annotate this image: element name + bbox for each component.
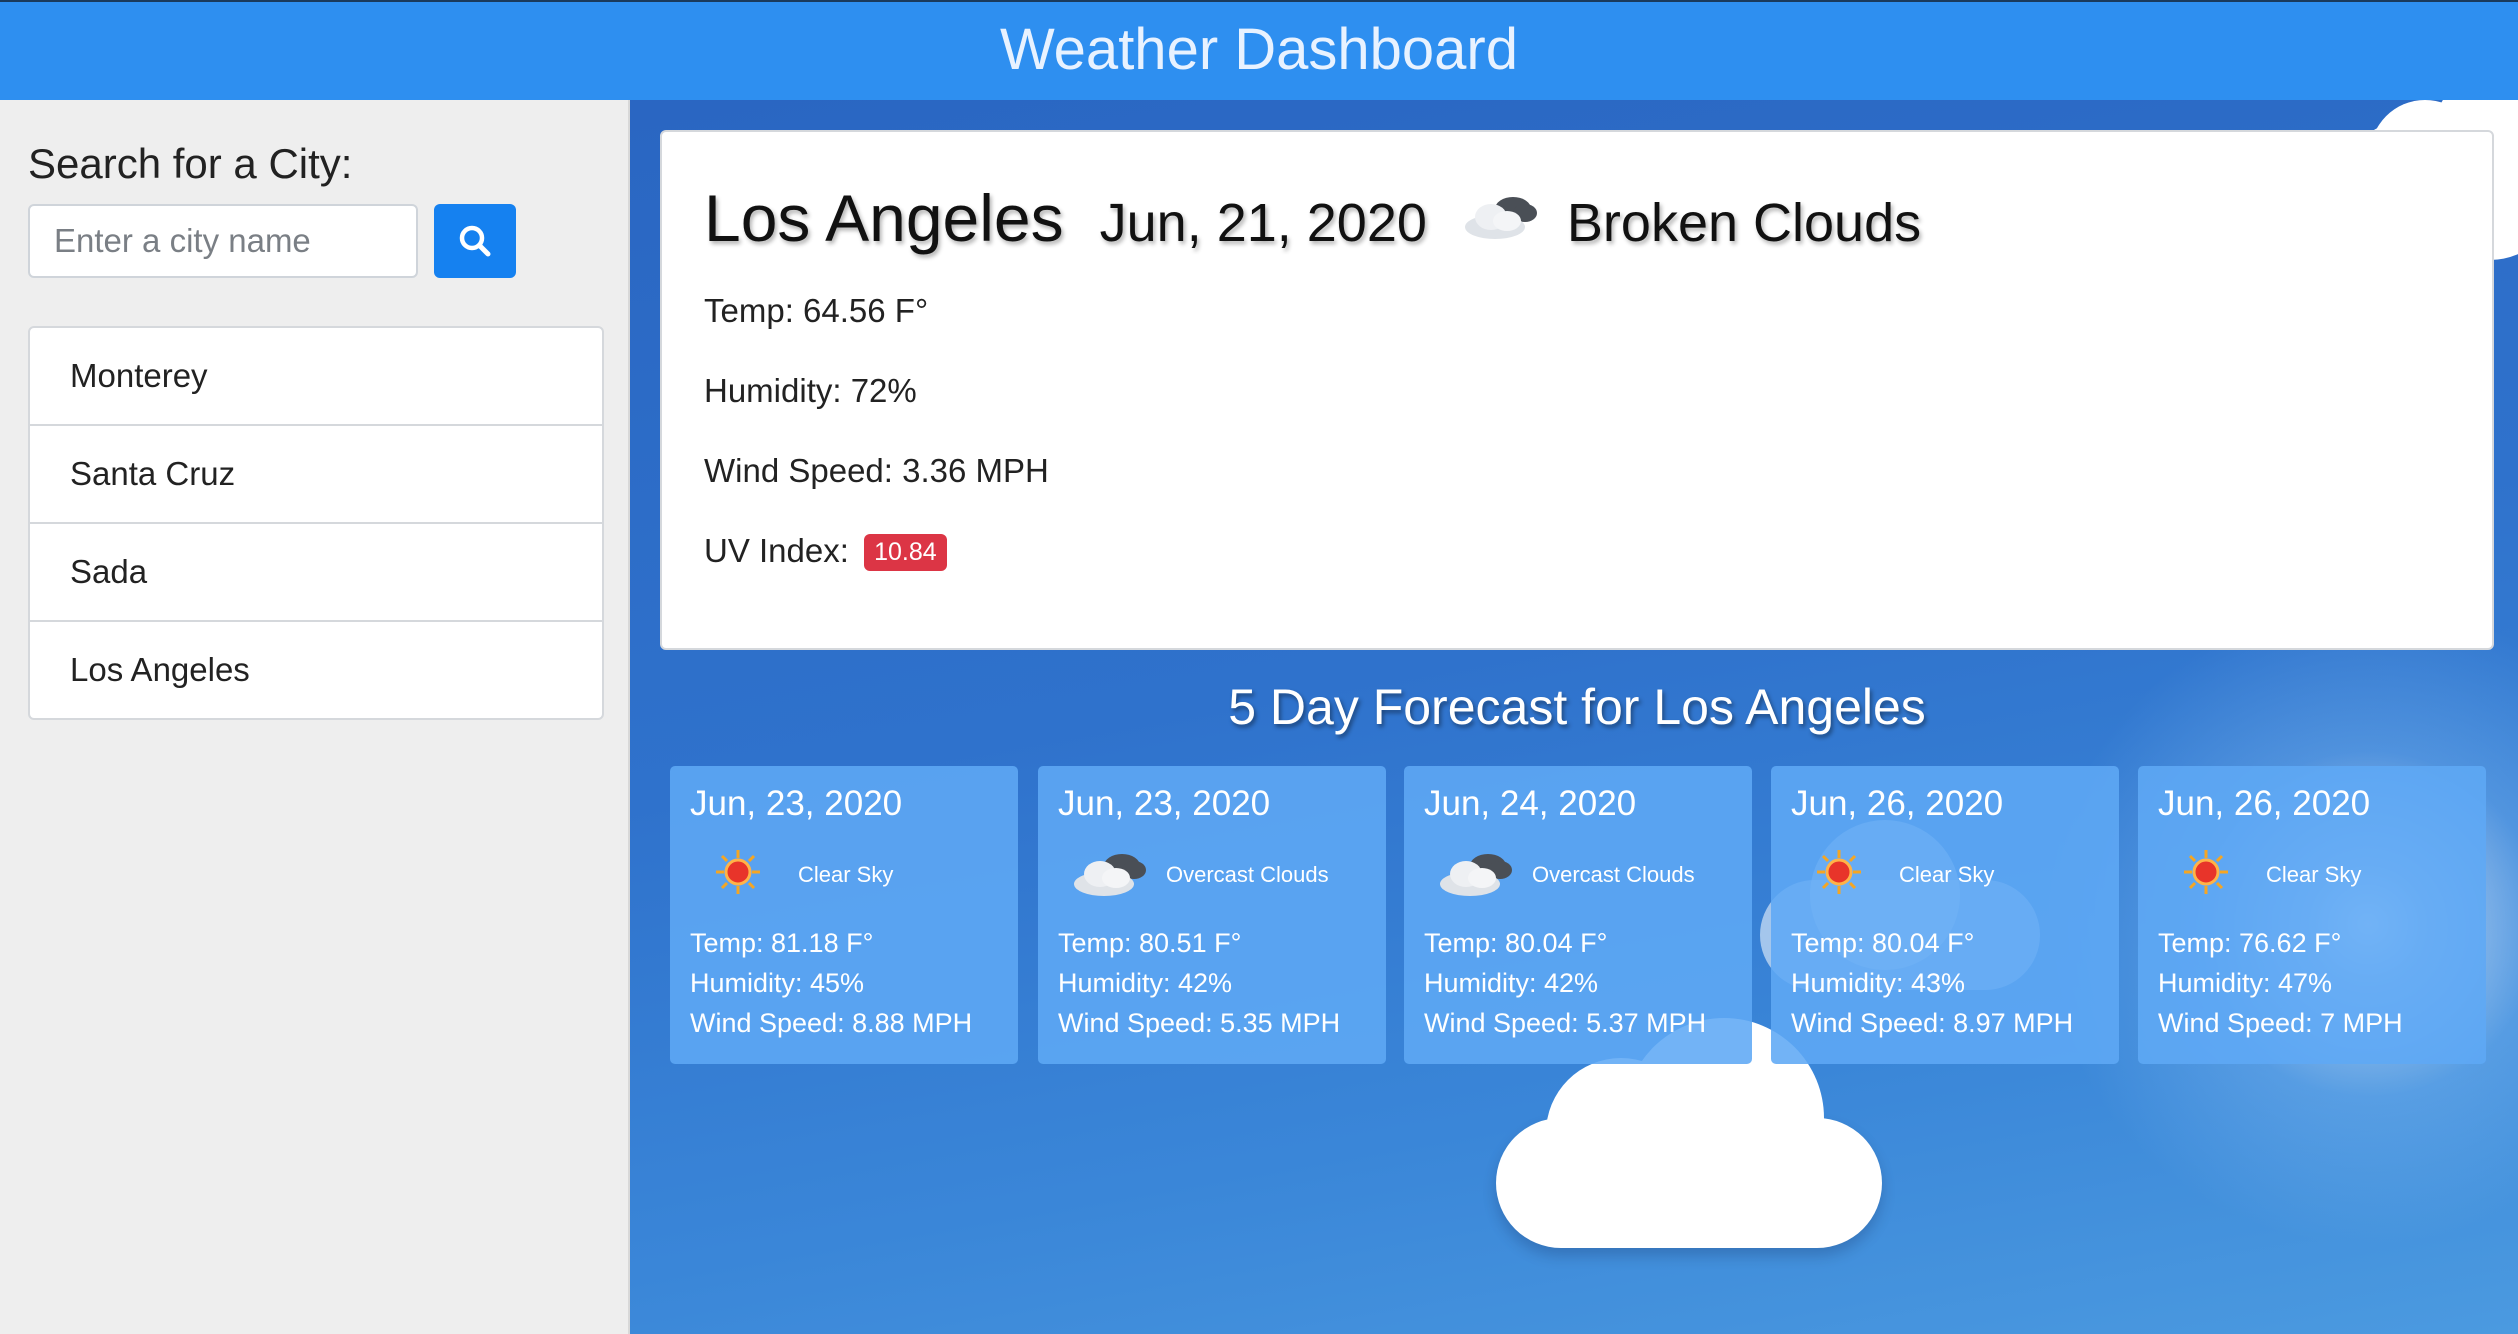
forecast-temp: Temp: 80.04 F° — [1791, 928, 1975, 958]
sun-icon — [1809, 842, 1899, 902]
search-history-list: Monterey Santa Cruz Sada Los Angeles — [28, 326, 604, 720]
forecast-date: Jun, 26, 2020 — [1791, 784, 2004, 823]
current-weather-title-row: Los Angeles Jun, 21, 2020 Broken Clouds — [704, 180, 1921, 256]
page: Weather Dashboard Search for a City: Mon… — [0, 0, 2518, 1334]
forecast-card: Jun, 23, 2020 Clear Sky Temp: 81.18 F° H… — [670, 766, 1018, 1064]
forecast-description: Overcast Clouds — [1166, 862, 1329, 887]
sun-icon — [708, 842, 798, 902]
forecast-wind-speed: Wind Speed: 5.35 MPH — [1058, 1008, 1341, 1038]
sidebar: Search for a City: Monterey Santa Cruz S… — [0, 100, 630, 1334]
forecast-card: Jun, 23, 2020 Overcast Clouds Temp: 80.5… — [1038, 766, 1386, 1064]
forecast-date: Jun, 23, 2020 — [690, 784, 903, 823]
forecast-wind-speed: Wind Speed: 5.37 MPH — [1424, 1008, 1707, 1038]
forecast-humidity: Humidity: 43% — [1791, 968, 1966, 998]
forecast-humidity: Humidity: 47% — [2158, 968, 2333, 998]
uv-index-label: UV Index: — [704, 532, 849, 569]
forecast-date: Jun, 24, 2020 — [1424, 784, 1637, 823]
city-search-input[interactable] — [28, 204, 418, 278]
forecast-humidity: Humidity: 45% — [690, 968, 865, 998]
broken-clouds-icon — [1455, 187, 1545, 247]
forecast-date: Jun, 23, 2020 — [1058, 784, 1271, 823]
sun-icon — [2176, 842, 2266, 902]
forecast-description: Clear Sky — [2266, 862, 2362, 887]
forecast-wind-speed: Wind Speed: 7 MPH — [2158, 1008, 2403, 1038]
forecast-card: Jun, 26, 2020 Clear Sky Temp: 80.04 F° H… — [1771, 766, 2119, 1064]
uv-index-badge: 10.84 — [864, 534, 947, 571]
history-item-santa-cruz[interactable]: Santa Cruz — [30, 426, 602, 524]
current-date: Jun, 21, 2020 — [1099, 193, 1427, 253]
history-item-monterey[interactable]: Monterey — [30, 328, 602, 426]
current-weather-card: Los Angeles Jun, 21, 2020 Broken Clouds … — [660, 130, 2494, 650]
forecast-heading: 5 Day Forecast for Los Angeles — [1228, 679, 1926, 735]
current-humidity: Humidity: 72% — [704, 372, 917, 409]
current-uv-row: UV Index: 10.84 — [704, 532, 947, 571]
forecast-date: Jun, 26, 2020 — [2158, 784, 2371, 823]
forecast-description: Clear Sky — [798, 862, 894, 887]
forecast-card: Jun, 26, 2020 Clear Sky Temp: 76.62 F° H… — [2138, 766, 2486, 1064]
forecast-humidity: Humidity: 42% — [1058, 968, 1233, 998]
app-title: Weather Dashboard — [999, 17, 1518, 82]
forecast-temp: Temp: 81.18 F° — [690, 928, 874, 958]
overcast-clouds-icon — [1430, 842, 1520, 902]
forecast-wind-speed: Wind Speed: 8.88 MPH — [690, 1008, 973, 1038]
current-temp: Temp: 64.56 F° — [704, 292, 929, 329]
history-item-los-angeles[interactable]: Los Angeles — [30, 622, 602, 718]
forecast-card: Jun, 24, 2020 Overcast Clouds Temp: 80.0… — [1404, 766, 1752, 1064]
search-button[interactable] — [434, 204, 516, 278]
forecast-temp: Temp: 80.51 F° — [1058, 928, 1242, 958]
history-item-sada[interactable]: Sada — [30, 524, 602, 622]
current-city-name: Los Angeles — [704, 181, 1064, 255]
current-description: Broken Clouds — [1566, 193, 1922, 253]
forecast-wind-speed: Wind Speed: 8.97 MPH — [1791, 1008, 2074, 1038]
search-label: Search for a City: — [28, 140, 353, 187]
forecast-temp: Temp: 80.04 F° — [1424, 928, 1608, 958]
current-wind-speed: Wind Speed: 3.36 MPH — [704, 452, 1049, 489]
forecast-temp: Temp: 76.62 F° — [2158, 928, 2342, 958]
forecast-description: Overcast Clouds — [1532, 862, 1695, 887]
forecast-humidity: Humidity: 42% — [1424, 968, 1599, 998]
forecast-description: Clear Sky — [1899, 862, 1995, 887]
search-icon — [459, 225, 491, 257]
app-header: Weather Dashboard — [0, 0, 2518, 100]
overcast-clouds-icon — [1064, 842, 1154, 902]
